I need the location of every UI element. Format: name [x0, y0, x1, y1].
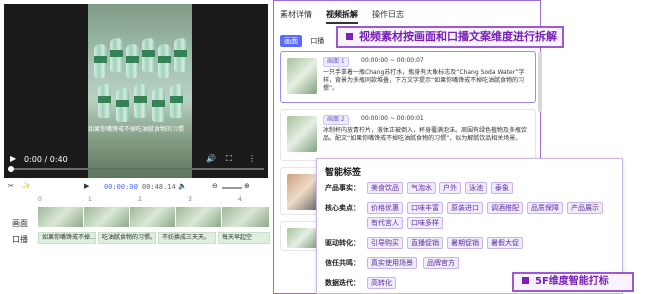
timecode-total: 00:48.14 [142, 183, 176, 191]
cut-icon[interactable]: ✂ [8, 182, 14, 190]
track-thumbnail[interactable] [222, 207, 270, 227]
volume-small-icon[interactable]: 🔈 [178, 182, 187, 190]
scene-thumbnail [287, 58, 317, 94]
scene-time: 00:00:00 ~ 00:00:01 [361, 115, 424, 122]
scene-thumbnail [287, 116, 317, 152]
track-label-voice: 口播 [12, 235, 28, 244]
zoom-slider[interactable] [222, 187, 242, 189]
video-progress-bar[interactable] [8, 166, 264, 172]
caption-clip[interactable]: 如果你嘴馋戒不掉... [38, 232, 96, 244]
scene-thumbnail [287, 228, 317, 248]
scrollbar[interactable] [538, 52, 542, 112]
timecode-current: 00:00:00 [104, 183, 138, 191]
tag-row-label: 核心卖点： [325, 204, 360, 212]
tab-material-details[interactable]: 素材详情 [280, 9, 312, 20]
tag-chip[interactable]: 暑期促销 [447, 237, 483, 249]
tag-chip[interactable]: 品牌官方 [423, 257, 459, 269]
segment-voiceover[interactable]: 口播 [306, 35, 328, 47]
ruler-mark: 3 [188, 196, 192, 203]
tag-chip[interactable]: 口味丰富 [407, 202, 443, 214]
more-icon[interactable]: ⋮ [248, 154, 256, 163]
track-thumbnail[interactable] [130, 207, 176, 227]
volume-icon[interactable]: 🔊 [206, 154, 216, 163]
tag-row-label: 信任共鸣： [325, 259, 360, 267]
track-thumbnail[interactable] [38, 207, 84, 227]
decompose-callout: 视频素材按画面和口播文案维度进行拆解 [336, 26, 564, 48]
scene-card[interactable]: 画面 2 00:00:00 ~ 00:00:01 冰制杯内放青柠片，液体正被倒入… [280, 109, 536, 161]
scene-pill: 画面 1 [323, 57, 349, 67]
tag-chip[interactable]: 泰象 [491, 182, 513, 194]
play-icon[interactable]: ▶ [10, 154, 16, 163]
tagging-callout-text: 5F维度智能打标 [535, 276, 609, 287]
scene-pill: 画面 2 [323, 115, 349, 125]
tag-chip[interactable]: 高转化 [367, 277, 396, 289]
timeline-ruler: 0 1 2 3 4 [38, 196, 270, 206]
tag-row-label: 产品事实： [325, 184, 360, 192]
decompose-callout-text: 视频素材按画面和口播文案维度进行拆解 [359, 30, 557, 43]
magic-icon[interactable]: ✨ [22, 182, 31, 190]
tab-operation-log[interactable]: 操作日志 [372, 9, 404, 20]
tag-chip[interactable]: 暑假大促 [487, 237, 523, 249]
smart-tags-title: 智能标签 [325, 168, 362, 178]
view-segment: 画面 口播 [280, 35, 330, 47]
track-thumbnail[interactable] [84, 207, 130, 227]
caption-clip[interactable]: 不妨换成三天天。 [158, 232, 216, 244]
voice-track[interactable]: 如果你嘴馋戒不掉... 吃油腻食物的习惯。 不妨换成三天天。 每天早起空 [38, 232, 270, 244]
zoom-in-icon[interactable]: ⊕ [244, 182, 250, 190]
time-display: 0:00 / 0:40 [24, 155, 68, 164]
tag-chip[interactable]: 引导购买 [367, 237, 403, 249]
tag-chip[interactable]: 真实使用场景 [367, 257, 417, 269]
tag-chip[interactable]: 美食饮品 [367, 182, 403, 194]
progress-knob[interactable] [8, 166, 14, 172]
video-subtitle: 如果你嘴馋戒不掉吃油腻食物的习惯 [87, 126, 184, 133]
tab-video-decompose[interactable]: 视频拆解 [326, 9, 358, 24]
tag-chip[interactable]: 产品展示 [567, 202, 603, 214]
tag-chip[interactable]: 气泡水 [407, 182, 436, 194]
fullscreen-icon[interactable]: ⛶ [226, 154, 232, 164]
callout-marker [522, 277, 529, 284]
video-editor-panel: 如果你嘴馋戒不掉吃油腻食物的习惯 ▶ 0:00 / 0:40 🔊 ⛶ ⋮ ✂ ✨… [0, 0, 273, 294]
segment-frames[interactable]: 画面 [280, 35, 302, 47]
video-player[interactable]: 如果你嘴馋戒不掉吃油腻食物的习惯 [4, 4, 268, 178]
track-label-video: 画面 [12, 219, 28, 228]
tag-chip[interactable]: 户外 [439, 182, 461, 194]
callout-marker [346, 33, 353, 40]
ruler-mark: 0 [38, 196, 42, 203]
tag-chip[interactable]: 原装进口 [447, 202, 483, 214]
scene-time: 00:00:00 ~ 00:00:07 [361, 57, 424, 64]
play-small-icon[interactable]: ▶ [84, 182, 89, 190]
tagging-callout: 5F维度智能打标 [512, 272, 634, 292]
video-frame [88, 4, 192, 178]
ruler-mark: 1 [88, 196, 92, 203]
tag-chip[interactable]: 直播促销 [407, 237, 443, 249]
scene-thumbnail [287, 174, 317, 210]
ruler-mark: 2 [138, 196, 142, 203]
tag-row-label: 驱动转化： [325, 239, 360, 247]
caption-clip[interactable]: 每天早起空 [218, 232, 270, 244]
track-thumbnail[interactable] [176, 207, 222, 227]
tag-chip[interactable]: 泳池 [465, 182, 487, 194]
tag-chip[interactable]: 口味多样 [407, 217, 443, 229]
scene-description: 冰制杯内放青柠片，液体正被倒入，杯身覆满泡沫。周围有绿色植物及多瓶饮品。配文“如… [323, 127, 528, 142]
scene-description: 一只手拿着一瓶Chang苏打水，瓶身有大象标志及“Chang Soda Wate… [323, 69, 525, 92]
tag-row-label: 数据迭代： [325, 279, 360, 287]
tag-chip[interactable]: 品质保障 [527, 202, 563, 214]
video-track[interactable] [38, 207, 270, 227]
edit-toolbar: ✂ ✨ ▶ 00:00:00 / 00:48.14 🔈 ⊖ ⊕ [8, 182, 250, 191]
scene-card[interactable]: 画面 1 00:00:00 ~ 00:00:07 一只手拿着一瓶Chang苏打水… [280, 51, 536, 103]
zoom-out-icon[interactable]: ⊖ [212, 182, 218, 190]
tab-bar: 素材详情 视频拆解 操作日志 [280, 9, 530, 25]
tag-chip[interactable]: 有代言人 [367, 217, 403, 229]
tag-chip[interactable]: 调酒搭配 [487, 202, 523, 214]
ruler-mark: 4 [238, 196, 242, 203]
tag-chip[interactable]: 价格优惠 [367, 202, 403, 214]
caption-clip[interactable]: 吃油腻食物的习惯。 [98, 232, 156, 244]
